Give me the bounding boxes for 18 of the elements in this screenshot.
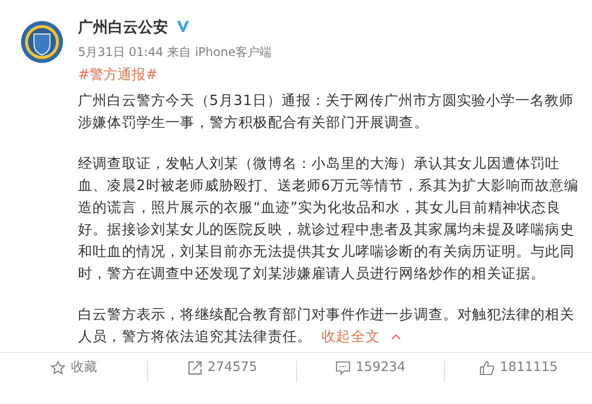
star-icon (50, 360, 66, 376)
repost-button[interactable]: 274575 (148, 352, 296, 384)
post-paragraph: 广州白云警方今天（5月31日）通报：关于网传广州市方圆实验小学一名教师涉嫌体罚学生一事，警方积极配合有关部门开展调查。 (78, 92, 575, 132)
hashtag-link[interactable]: #警方通报# (78, 64, 158, 86)
comment-button[interactable]: 159234 (296, 352, 444, 384)
chevron-up-icon (391, 333, 402, 340)
comment-icon (334, 360, 351, 376)
author-name[interactable]: 广州白云公安 (78, 16, 168, 38)
like-button[interactable]: 1811115 (444, 352, 592, 384)
post-paragraph: 白云警方表示，将继续配合教育部门对事件作进一步调查。对触犯法律的相关人员，警方将依法追究其法律责任。 收起全文 (78, 306, 576, 346)
thumbs-up-icon (478, 360, 495, 376)
collapse-link[interactable]: 收起全文 (322, 328, 402, 344)
police-badge-avatar[interactable] (20, 20, 64, 64)
post-paragraph: 经调查取证，发帖人刘某（微博名：小岛里的大海）承认其女儿因遭体罚吐血、凌晨2时被老师威胁殴打、送老师6万元等情节，系其为扩大影响而故意编造的谎言，照片展示的衣服“血迹”实为化妆品和水，其女儿目前精神状态良好。据接诊刘某女儿的医院反映，就诊过程中患者及其家属均未提及哮喘病史和吐血的情况，刘某目前亦无法提供其女儿哮喘诊断的有关病历证明。与此同时，警方在调查中还发现了刘某涉嫌雇请人员进行网络炒作的相关证据。 (78, 154, 580, 284)
favorite-button[interactable]: 收藏 (0, 352, 148, 384)
post-time[interactable]: 5月31日 01:44 (78, 44, 164, 58)
share-icon (186, 360, 203, 376)
post-source: 来自 iPhone客户端 (167, 44, 272, 58)
